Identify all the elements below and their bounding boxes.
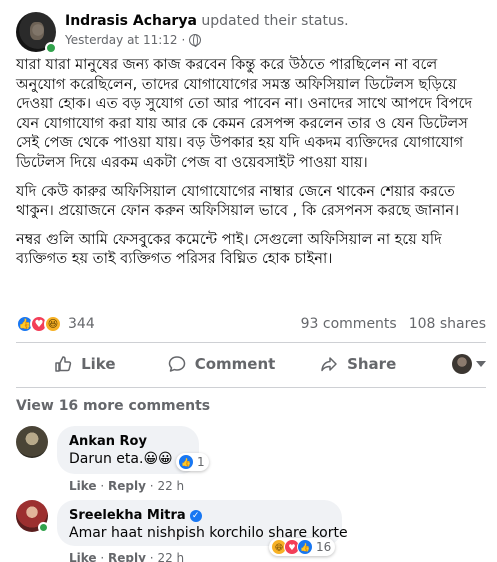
like-button[interactable]: Like — [16, 346, 153, 382]
post-header: Indrasis Acharya updated their status. Y… — [16, 10, 486, 54]
like-icon: 👍 — [297, 539, 313, 555]
comment-button[interactable]: Comment — [153, 346, 290, 382]
comment-time[interactable]: 22 h — [157, 479, 184, 493]
verified-badge-icon: ✓ — [189, 509, 202, 522]
audience-selector[interactable] — [426, 346, 487, 382]
author-line: Indrasis Acharya updated their status. — [65, 13, 349, 29]
commenter-name[interactable]: Sreelekha Mitra ✓ — [69, 508, 330, 523]
separator-dot: · — [100, 479, 105, 493]
comment-reaction-count: 1 — [197, 455, 205, 469]
like-label: Like — [81, 355, 116, 373]
comment-reply-link[interactable]: Reply — [108, 551, 146, 562]
divider — [16, 342, 486, 343]
author-action: updated their status. — [201, 13, 349, 29]
globe-icon[interactable] — [189, 34, 202, 47]
reaction-icons[interactable]: 👍 ♥ 😆 — [16, 315, 62, 333]
post-body: যারা যারা মানুষের জন্য কাজ করবেন কিন্তু … — [16, 55, 486, 278]
reaction-count[interactable]: 344 — [68, 316, 95, 332]
commenter-name[interactable]: Ankan Roy — [69, 434, 187, 449]
comment-actions: Like · Reply · 22 h — [69, 551, 184, 562]
divider — [16, 387, 486, 388]
view-more-comments[interactable]: View 16 more comments — [16, 398, 210, 414]
reactions-summary: 👍 ♥ 😆 344 93 comments 108 shares — [16, 313, 486, 335]
commenter-avatar[interactable] — [16, 426, 48, 458]
like-icon: 👍 — [178, 454, 194, 470]
comment-like-link[interactable]: Like — [69, 479, 97, 493]
comment-reactions[interactable]: 👍 1 — [176, 453, 209, 471]
comment-actions: Like · Reply · 22 h — [69, 479, 184, 493]
post-paragraph: যদি কেউ কারুর অফিসিয়াল যোগাযোগের নাম্বা… — [16, 182, 460, 220]
thumbs-up-icon — [53, 354, 73, 374]
post-paragraph: নম্বর গুলি আমি ফেসবুকের কমেন্টে পাই। সেগ… — [16, 230, 442, 268]
share-button[interactable]: Share — [289, 346, 426, 382]
share-icon — [319, 354, 339, 374]
viewer-avatar — [452, 354, 473, 374]
post-meta: Yesterday at 11:12 · — [65, 33, 202, 47]
post-time[interactable]: Yesterday at 11:12 — [65, 33, 178, 47]
comment-reply-link[interactable]: Reply — [108, 479, 146, 493]
comment-like-link[interactable]: Like — [69, 551, 97, 562]
comment-label: Comment — [194, 355, 276, 373]
comment-text: Darun eta.😀😀 — [69, 451, 173, 467]
comment-time[interactable]: 22 h — [157, 551, 184, 562]
online-status-dot — [38, 522, 49, 533]
comment-item: Sreelekha Mitra ✓ Amar haat nishpish kor… — [16, 500, 486, 562]
share-label: Share — [347, 355, 397, 373]
separator-dot: · — [149, 479, 154, 493]
comment-item: Ankan Roy Darun eta.😀😀 👍 1 Like · Reply … — [16, 426, 486, 496]
comment-icon — [167, 354, 187, 374]
post-actions: Like Comment Share — [16, 344, 487, 384]
meta-separator: · — [181, 33, 186, 47]
author-name[interactable]: Indrasis Acharya — [65, 13, 197, 29]
separator-dot: · — [100, 551, 105, 562]
comment-reaction-count: 16 — [316, 540, 332, 554]
post-paragraph: যারা যারা মানুষের জন্য কাজ করবেন কিন্তু … — [16, 56, 473, 171]
comment-reactions[interactable]: 😆 ♥ 👍 16 — [269, 538, 336, 556]
online-status-dot — [45, 42, 57, 54]
haha-icon: 😆 — [44, 315, 62, 333]
post-stats: 93 comments 108 shares — [301, 316, 486, 332]
separator-dot: · — [149, 551, 154, 562]
shares-count[interactable]: 108 shares — [409, 316, 486, 332]
chevron-down-icon — [476, 361, 487, 367]
comments-count[interactable]: 93 comments — [301, 316, 397, 332]
